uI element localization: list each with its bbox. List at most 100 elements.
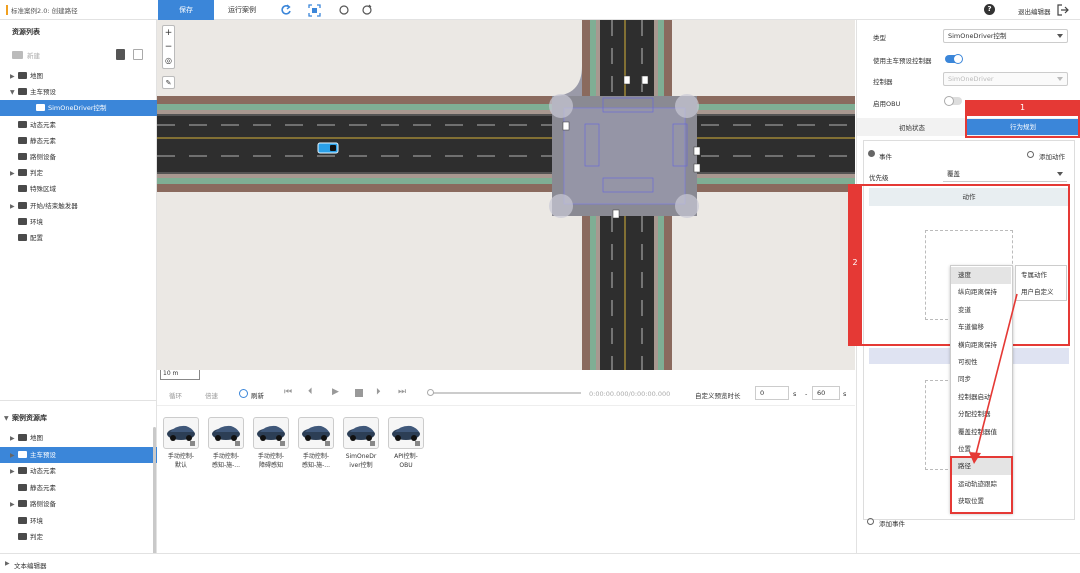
folder-icon — [18, 467, 27, 474]
tab-initial-state[interactable]: 初始状态 — [857, 121, 967, 135]
exit-editor-link[interactable]: 退出编辑器 — [1018, 6, 1051, 16]
tree-item[interactable]: 静态元素 — [0, 480, 157, 496]
refresh-label[interactable]: 刷新 — [251, 390, 264, 400]
add-event-button[interactable]: 添加事件 — [879, 518, 905, 528]
tree-item[interactable]: ▶ 动态元素 — [0, 463, 157, 479]
trash-icon[interactable] — [116, 49, 125, 60]
expand-arrow-icon[interactable]: ▶ — [10, 464, 18, 480]
use-preset-toggle[interactable] — [945, 54, 963, 64]
play-icon[interactable]: ▶ — [332, 387, 339, 397]
help-icon[interactable]: ? — [984, 4, 995, 15]
car-thumbnail-icon — [163, 417, 199, 449]
expand-arrow-icon[interactable]: ▶ — [10, 69, 18, 85]
stop-icon[interactable] — [355, 389, 363, 397]
tree-item[interactable]: 特殊区域 — [0, 181, 157, 197]
case-library-title[interactable]: ▼ 案例资源库 — [0, 408, 157, 428]
expand-arrow-icon[interactable]: ▶ — [10, 199, 18, 215]
library-item[interactable]: 手动控制- 感知-施-... — [297, 417, 335, 470]
tree-item[interactable]: ▶ 主车预设 — [0, 446, 157, 464]
library-item[interactable]: API控制- OBU — [387, 417, 425, 470]
zoom-reset-button[interactable]: ◎ — [163, 54, 174, 68]
car-thumbnail-icon — [343, 417, 379, 449]
tree-item[interactable]: 动态元素 — [0, 117, 157, 133]
rotate-right-icon[interactable] — [360, 3, 374, 17]
tree-item[interactable]: 静态元素 — [0, 133, 157, 149]
toggle-knob — [953, 54, 963, 64]
library-item-label: 手动控制- 感知-施-... — [211, 453, 241, 469]
expand-arrow-icon[interactable]: ▶ — [10, 166, 18, 182]
expand-arrow-icon[interactable]: ▼ — [10, 85, 18, 101]
tree-item[interactable]: ▼ 主车预设 — [0, 84, 157, 100]
expand-arrow-icon[interactable]: ▶ — [10, 448, 18, 464]
controller-select[interactable]: SimOneDriver — [943, 72, 1068, 86]
save-button[interactable]: 保存 — [158, 0, 214, 20]
scenario-title: 标准案例2.0: 创建路径 — [6, 5, 78, 15]
add-event-icon[interactable] — [867, 518, 874, 525]
add-action-icon[interactable] — [1027, 151, 1034, 158]
new-folder-icon — [12, 51, 23, 59]
timeline-handle[interactable] — [427, 389, 434, 396]
library-item[interactable]: 手动控制- 默认 — [162, 417, 200, 470]
priority-value: 覆盖 — [947, 170, 960, 178]
library-item[interactable]: 手动控制- 障碍感知 — [252, 417, 290, 470]
folder-icon — [36, 104, 45, 112]
zoom-out-button[interactable]: − — [163, 40, 174, 54]
obu-toggle[interactable] — [944, 96, 962, 106]
text-editor-toggle[interactable]: 文本编辑器 — [14, 560, 47, 570]
tree-item[interactable]: 环境 — [0, 513, 157, 529]
exit-icon[interactable] — [1057, 4, 1069, 16]
tree-item[interactable]: 判定 — [0, 529, 157, 545]
run-case-button[interactable]: 运行案例 — [222, 0, 262, 20]
tree-item[interactable]: ▶ 地图 — [0, 68, 157, 84]
tree-item[interactable]: ▶ 地图 — [0, 430, 157, 446]
type-select[interactable]: SimOneDriver控制 — [943, 29, 1068, 43]
controller-value: SimOneDriver — [948, 75, 994, 83]
scrollbar[interactable] — [153, 427, 156, 557]
expand-arrow-icon[interactable]: ▶ — [5, 560, 10, 567]
tree-item[interactable]: 路侧设备 — [0, 149, 157, 165]
new-button[interactable]: 新建 — [12, 50, 40, 62]
timeline-slider[interactable] — [429, 392, 581, 394]
menu-item[interactable]: 速度 — [951, 267, 1011, 284]
loop-toggle[interactable]: 循环 — [169, 390, 182, 400]
new-label: 新建 — [27, 52, 40, 60]
library-item[interactable]: SimOneDr iver控制 — [342, 417, 380, 470]
collapse-icon[interactable] — [868, 150, 875, 157]
library-item[interactable]: 手动控制- 感知-施-... — [207, 417, 245, 470]
add-action-button[interactable]: 添加动作 — [1039, 151, 1065, 161]
tree-item-label: 开始/结束触发器 — [30, 201, 78, 210]
expand-arrow-icon[interactable]: ▶ — [10, 431, 18, 447]
step-forward-icon[interactable]: ⏵ — [376, 387, 381, 397]
annotation-arrow — [969, 293, 1018, 464]
tree-item[interactable]: SimOneDriver控制 — [0, 100, 157, 117]
end-time-input[interactable]: 60 — [812, 386, 840, 400]
speed-toggle[interactable]: 倍速 — [205, 390, 218, 400]
folder-icon — [18, 533, 27, 540]
map-canvas[interactable]: + − ◎ ✎ — [157, 20, 855, 370]
step-back-icon[interactable]: ⏴ — [308, 387, 313, 397]
focus-frame-icon[interactable] — [307, 3, 321, 17]
copy-icon[interactable] — [133, 49, 143, 60]
playback-bar: 循环 倍速 刷新 ⏮ ⏴ ▶ ⏵ ⏭ 0:00:00.000/0:00:00.0… — [157, 382, 855, 406]
expand-arrow-icon[interactable]: ▶ — [10, 497, 18, 513]
tree-item[interactable]: ▶ 判定 — [0, 165, 157, 181]
undo-icon[interactable] — [279, 3, 293, 17]
folder-icon — [18, 450, 27, 458]
tree-item-label: 地图 — [30, 434, 43, 442]
refresh-icon[interactable] — [239, 389, 248, 398]
tree-item[interactable]: 环境 — [0, 214, 157, 230]
submenu-item[interactable]: 专属动作 — [1016, 267, 1066, 284]
tree-item-label: 环境 — [30, 217, 43, 226]
chevron-down-icon — [1057, 77, 1063, 81]
rotate-left-icon[interactable] — [337, 3, 351, 17]
priority-select[interactable]: 覆盖 — [943, 168, 1067, 182]
measure-icon[interactable]: ✎ — [162, 76, 175, 89]
tree-item[interactable]: ▶ 路侧设备 — [0, 496, 157, 512]
tree-item[interactable]: ▶ 开始/结束触发器 — [0, 198, 157, 214]
start-time-input[interactable]: 0 — [755, 386, 789, 400]
tree-item[interactable]: 配置 — [0, 230, 157, 246]
folder-icon — [18, 483, 27, 491]
skip-end-icon[interactable]: ⏭ — [398, 387, 406, 397]
zoom-in-button[interactable]: + — [163, 26, 174, 40]
skip-start-icon[interactable]: ⏮ — [284, 387, 292, 397]
